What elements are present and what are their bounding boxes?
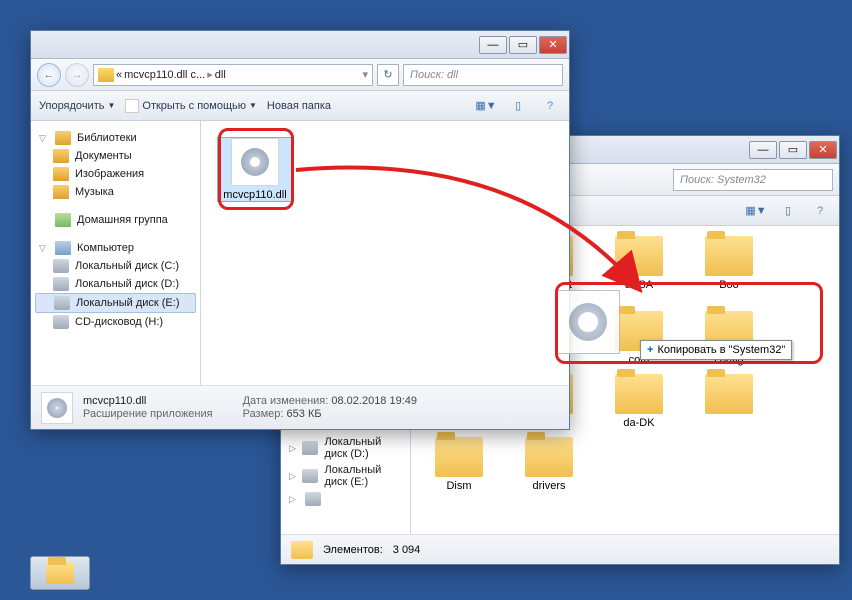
sidebar: ▽Библиотеки Документы Изображения Музыка… — [31, 121, 201, 385]
crumb-sep: « — [116, 69, 122, 81]
folder-icon — [705, 236, 753, 276]
maximize-button[interactable]: ▭ — [779, 141, 807, 159]
folder-icon — [46, 562, 74, 584]
close-button[interactable]: ✕ — [539, 36, 567, 54]
details-filetype: Расширение приложения — [83, 408, 213, 420]
sidebar-images[interactable]: Изображения — [35, 165, 196, 183]
crumb-sep: ▸ — [207, 68, 213, 81]
sidebar-disk-c[interactable]: Локальный диск (C:) — [35, 257, 196, 275]
close-button[interactable]: ✕ — [809, 141, 837, 159]
file-name: mcvcp110.dll — [223, 189, 286, 201]
folder-icon — [615, 236, 663, 276]
drag-ghost-icon — [556, 290, 620, 354]
sidebar-music[interactable]: Музыка — [35, 183, 196, 201]
help-icon[interactable]: ? — [809, 201, 831, 221]
explorer-window-dll: — ▭ ✕ ← → « mcvcp110.dll с... ▸ dll ▾ ↻ … — [30, 30, 570, 430]
sidebar-cd-h[interactable]: CD-дисковод (H:) — [35, 313, 196, 331]
sidebar-computer[interactable]: ▽Компьютер — [35, 239, 196, 257]
item-count-label: Элементов: — [323, 544, 383, 556]
file-item-dll[interactable]: mcvcp110.dll — [217, 137, 293, 202]
view-icon[interactable]: ▦▼ — [475, 96, 497, 116]
folder-icon — [705, 374, 753, 414]
toolbar: Упорядочить▼ Открыть с помощью▼ Новая па… — [31, 91, 569, 121]
search-input[interactable]: Поиск: System32 — [673, 169, 833, 191]
details-pane: mcvcp110.dll Расширение приложения Дата … — [31, 385, 569, 429]
help-icon[interactable]: ? — [539, 96, 561, 116]
folder-item[interactable]: da-DK — [601, 374, 677, 429]
nav-bar: ← → « mcvcp110.dll с... ▸ dll ▾ ↻ Поиск:… — [31, 59, 569, 91]
titlebar: — ▭ ✕ — [31, 31, 569, 59]
status-bar: Элементов: 3 094 — [281, 534, 839, 564]
folder-icon — [291, 541, 313, 559]
sidebar-homegroup[interactable]: Домашняя группа — [35, 211, 196, 229]
content-area[interactable]: mcvcp110.dll — [201, 121, 569, 385]
breadcrumb[interactable]: « mcvcp110.dll с... ▸ dll ▾ — [93, 64, 373, 86]
folder-item[interactable]: drivers — [511, 437, 587, 492]
minimize-button[interactable]: — — [479, 36, 507, 54]
maximize-button[interactable]: ▭ — [509, 36, 537, 54]
sidebar-disk-e[interactable]: ▷Локальный диск (E:) — [285, 462, 406, 490]
sidebar-disk-d[interactable]: Локальный диск (D:) — [35, 275, 196, 293]
crumb-part[interactable]: dll — [215, 69, 226, 81]
pane-icon[interactable]: ▯ — [777, 201, 799, 221]
minimize-button[interactable]: — — [749, 141, 777, 159]
forward-button[interactable]: → — [65, 63, 89, 87]
pane-icon[interactable]: ▯ — [507, 96, 529, 116]
folder-icon — [435, 437, 483, 477]
sidebar-disk-r[interactable]: ▷ — [285, 490, 406, 508]
folder-item[interactable]: Boo — [691, 236, 767, 303]
sidebar-documents[interactable]: Документы — [35, 147, 196, 165]
back-button[interactable]: ← — [37, 63, 61, 87]
sidebar-libraries[interactable]: ▽Библиотеки — [35, 129, 196, 147]
folder-icon — [615, 374, 663, 414]
refresh-button[interactable]: ↻ — [377, 64, 399, 86]
dll-file-icon — [41, 392, 73, 424]
folder-icon — [98, 68, 114, 82]
folder-item[interactable] — [691, 374, 767, 429]
taskbar-item[interactable] — [30, 556, 90, 590]
crumb-dropdown[interactable]: ▾ — [362, 68, 368, 81]
plus-icon: + — [647, 344, 653, 356]
openwith-button[interactable]: Открыть с помощью▼ — [125, 99, 257, 113]
newfolder-button[interactable]: Новая папка — [267, 100, 331, 112]
search-input[interactable]: Поиск: dll — [403, 64, 563, 86]
dll-file-icon — [231, 138, 279, 186]
folder-icon — [525, 437, 573, 477]
organize-button[interactable]: Упорядочить▼ — [39, 100, 115, 112]
sidebar-disk-e[interactable]: Локальный диск (E:) — [35, 293, 196, 313]
folder-item[interactable]: Dism — [421, 437, 497, 492]
item-count: 3 094 — [393, 544, 421, 556]
crumb-part[interactable]: mcvcp110.dll с... — [124, 69, 205, 81]
sidebar-disk-d[interactable]: ▷Локальный диск (D:) — [285, 434, 406, 462]
tooltip-text: Копировать в "System32" — [657, 344, 785, 356]
copy-tooltip: + Копировать в "System32" — [640, 340, 792, 360]
details-filename: mcvcp110.dll — [83, 395, 213, 407]
view-icon[interactable]: ▦▼ — [745, 201, 767, 221]
